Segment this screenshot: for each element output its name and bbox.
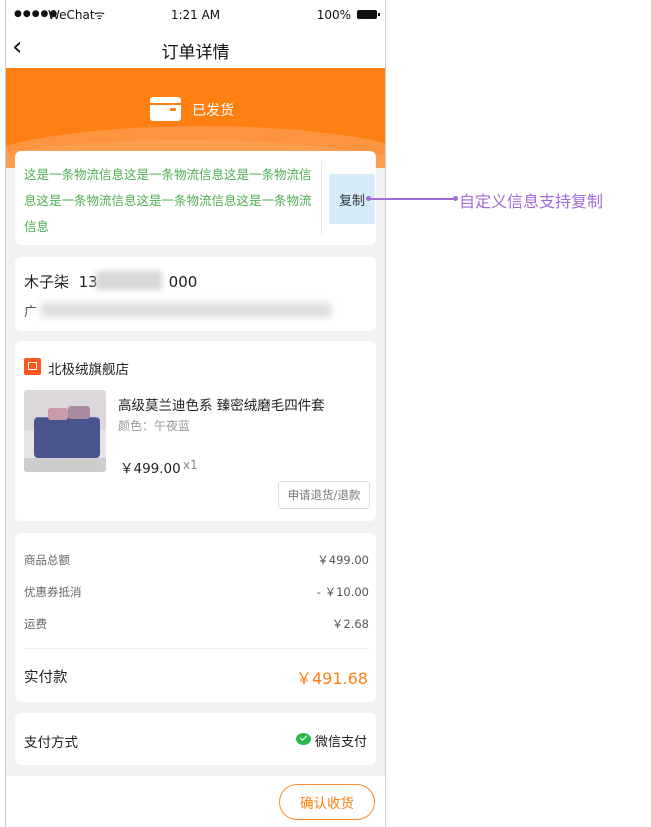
phone-redacted xyxy=(96,271,162,290)
product-qty: x1 xyxy=(183,458,198,472)
nav-bar: ‹ 订单详情 xyxy=(6,30,385,68)
shop-name[interactable]: 北极绒旗舰店 xyxy=(48,358,129,378)
confirm-receipt-button[interactable]: 确认收货 xyxy=(279,784,375,820)
summary-value: - ￥10.00 xyxy=(316,585,369,599)
paid-label: 实付款 xyxy=(24,670,68,686)
summary-label: 运费 xyxy=(24,617,47,631)
address-redacted xyxy=(41,303,331,317)
summary-value: ￥499.00 xyxy=(317,553,369,567)
payment-card: 支付方式 微信支付 xyxy=(15,713,376,765)
annotation-dot xyxy=(366,196,371,201)
receiver-name: 木子柒 xyxy=(24,273,70,291)
paid-amount: ￥491.68 xyxy=(296,669,368,688)
payment-label: 支付方式 xyxy=(24,735,78,751)
address-prefix: 广 xyxy=(24,305,38,320)
phone-end: 000 xyxy=(168,273,198,291)
refund-button[interactable]: 申请退货/退款 xyxy=(278,481,370,509)
bottom-bar: 确认收货 xyxy=(6,775,385,827)
divider xyxy=(321,161,322,235)
logistics-info: 这是一条物流信息这是一条物流信息这是一条物流信息这是一条物流信息这是一条物流信息… xyxy=(24,167,312,234)
product-image[interactable] xyxy=(24,390,106,472)
battery-icon xyxy=(357,10,380,19)
summary-label: 商品总额 xyxy=(24,553,70,567)
product-attr: 颜色：午夜蓝 xyxy=(118,419,191,433)
phone-start: 13 xyxy=(78,273,98,291)
order-status-text: 已发货 xyxy=(192,103,234,119)
annotation-arrow xyxy=(368,198,457,200)
shipping-box-icon xyxy=(150,97,181,121)
status-bar: ●●●●● WeChat ᯤ 1:21 AM 100% xyxy=(6,0,385,30)
wechat-pay-icon xyxy=(296,733,311,745)
product-price: ￥499.00 xyxy=(120,461,181,477)
summary-label: 优惠券抵消 xyxy=(24,585,82,599)
logistics-card: 这是一条物流信息这是一条物流信息这是一条物流信息这是一条物流信息这是一条物流信息… xyxy=(15,151,376,245)
divider xyxy=(24,648,369,649)
payment-method: 微信支付 xyxy=(315,735,368,750)
page-title: 订单详情 xyxy=(161,43,230,63)
order-card: 北极绒旗舰店 高级莫兰迪色系 臻密绒磨毛四件套 颜色：午夜蓝 ￥499.00 x… xyxy=(15,341,376,521)
address-card[interactable]: 木子柒 13 000 广 xyxy=(15,257,376,331)
summary-value: ￥2.68 xyxy=(331,617,369,631)
annotation-dot xyxy=(453,196,458,201)
phone-screen: ●●●●● WeChat ᯤ 1:21 AM 100% ‹ 订单详情 已发货 这… xyxy=(5,0,386,827)
price-summary-card: 商品总额 ￥499.00 优惠券抵消 - ￥10.00 运费 ￥2.68 实付款… xyxy=(15,533,376,702)
battery-percent: 100% xyxy=(316,8,351,22)
annotation-label: 自定义信息支持复制 xyxy=(459,192,604,211)
shop-icon xyxy=(24,358,41,375)
product-name[interactable]: 高级莫兰迪色系 臻密绒磨毛四件套 xyxy=(118,394,325,414)
